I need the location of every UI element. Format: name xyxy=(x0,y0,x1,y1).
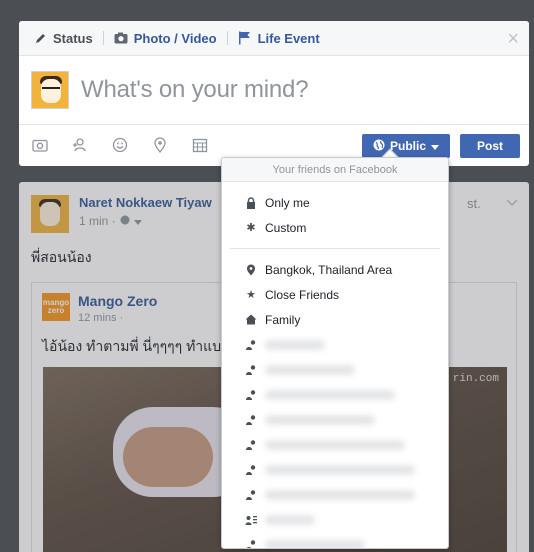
tab-divider xyxy=(102,31,104,45)
menu-item-custom[interactable]: ✱ Custom xyxy=(222,215,448,240)
chevron-down-icon xyxy=(431,139,439,153)
menu-item-label: Close Friends xyxy=(265,287,340,302)
lock-icon xyxy=(245,196,257,209)
smiley-icon[interactable] xyxy=(111,136,129,154)
globe-icon xyxy=(373,139,385,154)
calendar-icon[interactable] xyxy=(191,136,209,154)
camera-icon[interactable] xyxy=(31,136,49,154)
avatar[interactable] xyxy=(31,71,69,109)
shared-page-name[interactable]: Mango Zero xyxy=(78,293,157,309)
menu-item-label: Only me xyxy=(265,195,310,210)
post-time[interactable]: 1 min · xyxy=(79,214,116,228)
page-logo[interactable]: mango zero xyxy=(42,293,70,321)
composer: Status Photo / Video Life Event × What's… xyxy=(19,21,529,166)
tab-photo-video-label: Photo / Video xyxy=(133,30,217,46)
close-icon[interactable]: × xyxy=(507,29,519,49)
audience-label: Public xyxy=(389,139,426,153)
globe-icon xyxy=(120,214,130,228)
menu-item-redacted-list[interactable] xyxy=(222,382,448,407)
menu-item-close-friends[interactable]: ★ Close Friends xyxy=(222,282,448,307)
chevron-down-icon[interactable] xyxy=(133,214,142,228)
composer-body: What's on your mind? xyxy=(19,56,529,124)
chevron-down-icon[interactable] xyxy=(506,194,518,212)
menu-item-only-me[interactable]: Only me xyxy=(222,190,448,215)
redacted-label xyxy=(265,489,415,500)
composer-tabs: Status Photo / Video Life Event xyxy=(19,21,529,56)
menu-item-label: Bangkok, Thailand Area xyxy=(265,262,393,277)
tab-status[interactable]: Status xyxy=(29,21,97,56)
menu-item-redacted-list[interactable] xyxy=(222,332,448,357)
friend-list-icon xyxy=(245,439,257,451)
tab-status-label: Status xyxy=(53,30,93,46)
dropdown-header: Your friends on Facebook xyxy=(222,158,448,182)
avatar[interactable] xyxy=(31,195,69,233)
tab-life-event-label: Life Event xyxy=(257,30,320,46)
star-icon: ★ xyxy=(246,289,256,301)
status-input[interactable]: What's on your mind? xyxy=(81,76,309,104)
friend-list-icon xyxy=(245,539,257,548)
redacted-label xyxy=(265,414,375,425)
friend-list-icon xyxy=(245,339,257,351)
menu-item-redacted-list[interactable] xyxy=(222,482,448,507)
post-button[interactable]: Post xyxy=(460,134,520,158)
redacted-label xyxy=(265,364,355,375)
audience-selector-button[interactable]: Public xyxy=(362,134,450,158)
photo-watermark: rin.com xyxy=(452,373,499,385)
shared-author-block: Mango Zero 12 mins · xyxy=(78,293,157,324)
friend-list-icon xyxy=(245,489,257,501)
menu-item-redacted-list[interactable] xyxy=(222,457,448,482)
post-author-block: Naret Nokkaew Tiyaw 1 min · xyxy=(79,195,212,233)
menu-item-redacted-list[interactable] xyxy=(222,357,448,382)
audience-dropdown-menu: Your friends on Facebook Only me ✱ Custo… xyxy=(221,157,449,549)
menu-item-redacted-list[interactable] xyxy=(222,507,448,532)
friend-list-icon xyxy=(245,389,257,401)
pencil-icon xyxy=(33,31,47,45)
redacted-label xyxy=(265,464,415,475)
friend-list-icon xyxy=(245,414,257,426)
menu-item-label: Custom xyxy=(265,220,307,235)
menu-item-bangkok[interactable]: Bangkok, Thailand Area xyxy=(222,257,448,282)
redacted-label xyxy=(265,389,395,400)
redacted-label xyxy=(265,539,365,548)
contact-card-icon xyxy=(245,514,257,526)
house-icon xyxy=(245,314,257,326)
redacted-label xyxy=(265,514,315,525)
flag-icon xyxy=(238,31,252,45)
location-pin-icon xyxy=(245,264,257,276)
shared-time[interactable]: 12 mins · xyxy=(78,312,157,324)
friend-list-icon xyxy=(245,464,257,476)
tag-person-icon[interactable] xyxy=(71,136,89,154)
menu-item-redacted-list[interactable] xyxy=(222,407,448,432)
friend-list-icon xyxy=(245,364,257,376)
gear-icon: ✱ xyxy=(246,222,256,234)
menu-item-redacted-list[interactable] xyxy=(222,432,448,457)
tab-life-event[interactable]: Life Event xyxy=(234,21,324,56)
menu-item-family[interactable]: Family xyxy=(222,307,448,332)
redacted-label xyxy=(265,339,325,350)
post-meta: 1 min · xyxy=(79,214,212,228)
author-suffix: st. xyxy=(467,196,481,211)
redacted-label xyxy=(265,439,405,450)
tab-divider xyxy=(226,31,228,45)
menu-item-label: Family xyxy=(265,312,301,327)
tab-photo-video[interactable]: Photo / Video xyxy=(110,21,221,56)
camera-icon xyxy=(114,31,128,45)
author-name[interactable]: Naret Nokkaew Tiyaw xyxy=(79,195,212,210)
location-pin-icon[interactable] xyxy=(151,136,169,154)
menu-divider xyxy=(230,248,440,249)
menu-item-redacted-list[interactable] xyxy=(222,532,448,548)
